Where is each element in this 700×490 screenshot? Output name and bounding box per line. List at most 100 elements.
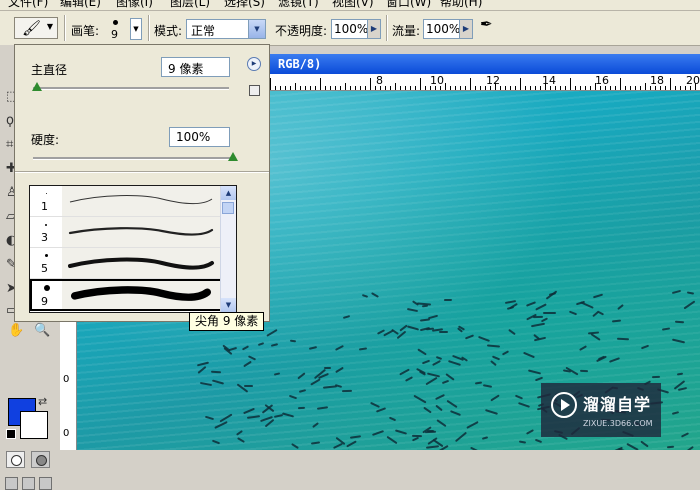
watermark-url: ZIXUE.3D66.COM: [583, 419, 653, 428]
ruler-tick: [560, 86, 561, 90]
quick-mask-button[interactable]: [31, 451, 50, 468]
ruler-tick: [405, 86, 406, 90]
fish: [375, 407, 386, 413]
ruler-tick: [615, 86, 616, 90]
save-preset-icon[interactable]: [249, 85, 260, 96]
mode-select[interactable]: 正常 ▼: [186, 19, 266, 39]
fish: [525, 429, 534, 435]
fish: [535, 438, 544, 443]
fish: [489, 359, 497, 366]
ruler-tick: [590, 86, 591, 90]
brush-preset-picker[interactable]: 9 ▼: [106, 16, 144, 42]
ruler-tick: [480, 86, 481, 90]
scroll-down-icon[interactable]: ▼: [221, 298, 236, 312]
fish: [334, 367, 344, 374]
panel-menu-button[interactable]: ▶: [247, 57, 261, 71]
fish: [247, 355, 257, 361]
fish: [358, 347, 367, 351]
brush-preset-size: 3: [41, 231, 48, 244]
brush-preset-item[interactable]: 3: [30, 217, 222, 248]
fish: [426, 444, 440, 449]
hardness-field[interactable]: 100%: [169, 127, 230, 147]
screen-mode-full-button[interactable]: [39, 477, 52, 490]
menu-file[interactable]: 文件(F): [8, 0, 48, 10]
master-diameter-slider-thumb[interactable]: [31, 82, 42, 91]
preset-list-scrollbar[interactable]: ▲ ▼: [220, 186, 236, 312]
fish: [465, 334, 475, 340]
fish: [530, 322, 545, 328]
brush-preset-item[interactable]: 1: [30, 186, 222, 217]
standard-mode-button[interactable]: [6, 451, 25, 468]
lasso-icon[interactable]: ϙ: [6, 113, 14, 128]
separator: [64, 15, 66, 41]
watermark-name: 溜溜自学: [583, 395, 652, 414]
chevron-down-icon[interactable]: ▼: [248, 20, 265, 38]
swap-colors-icon[interactable]: ⇄: [38, 395, 47, 408]
menu-window[interactable]: 窗口(W): [386, 0, 431, 10]
ruler-tick: [380, 86, 381, 90]
hardness-slider-thumb[interactable]: [228, 152, 238, 161]
menu-image[interactable]: 图像(I): [116, 0, 153, 10]
fish: [686, 291, 694, 295]
document-title: RGB/8): [278, 57, 322, 71]
fish: [523, 351, 536, 358]
menu-view[interactable]: 视图(V): [332, 0, 374, 10]
ruler-tick: [655, 86, 656, 90]
fish: [535, 376, 544, 382]
ruler-tick: [505, 86, 506, 90]
ruler-tick: [385, 86, 386, 90]
ruler-tick: [420, 78, 421, 90]
document-title-bar[interactable]: RGB/8): [270, 54, 700, 74]
fish: [282, 412, 295, 418]
screen-mode-full-menu-button[interactable]: [22, 477, 35, 490]
fish: [411, 436, 420, 442]
chevron-down-icon[interactable]: ▼: [130, 18, 142, 40]
hand-icon[interactable]: ✋: [8, 323, 24, 338]
scroll-thumb[interactable]: [222, 202, 234, 214]
menu-layer[interactable]: 图层(L): [170, 0, 210, 10]
fish: [297, 372, 306, 380]
ruler-label: 0: [63, 428, 70, 439]
ruler-tick: [290, 86, 291, 90]
hardness-slider[interactable]: [33, 157, 233, 160]
brush-preset-list[interactable]: 1 3 5 9 ▲ ▼: [29, 185, 237, 313]
ruler-tick: [660, 86, 661, 90]
fish: [525, 301, 536, 307]
fish: [446, 400, 458, 409]
fish: [372, 429, 384, 436]
fish: [211, 379, 224, 385]
default-colors-icon[interactable]: [6, 429, 16, 439]
fish: [435, 404, 443, 412]
screen-mode-standard-button[interactable]: [5, 477, 18, 490]
opacity-field[interactable]: 100% ▶: [331, 19, 381, 39]
menu-filter[interactable]: 滤镜(T): [278, 0, 319, 10]
menu-select[interactable]: 选择(S): [224, 0, 265, 10]
menu-help[interactable]: 帮助(H): [440, 0, 482, 10]
menu-edit[interactable]: 编辑(E): [60, 0, 101, 10]
master-diameter-slider[interactable]: [33, 87, 229, 90]
master-diameter-label: 主直径: [31, 63, 68, 77]
ruler-tick: [400, 86, 401, 90]
fish: [211, 370, 222, 373]
fish: [242, 360, 252, 367]
master-diameter-field[interactable]: 9 像素: [161, 57, 230, 77]
flow-field[interactable]: 100% ▶: [423, 19, 473, 39]
brush-preset-item-selected[interactable]: 9: [30, 279, 223, 311]
fish: [508, 328, 517, 335]
ruler-tick: [620, 78, 621, 90]
scroll-up-icon[interactable]: ▲: [221, 186, 236, 200]
airbrush-icon[interactable]: ✒: [480, 15, 504, 37]
chevron-right-icon[interactable]: ▶: [367, 20, 380, 38]
fish: [481, 436, 489, 440]
crop-icon[interactable]: ⌗: [6, 137, 13, 152]
brush-preset-item[interactable]: 5: [30, 248, 222, 279]
fish: [362, 294, 369, 299]
ruler-tick: [600, 86, 601, 90]
background-color-swatch[interactable]: [20, 411, 48, 439]
chevron-right-icon[interactable]: ▶: [459, 20, 472, 38]
fish: [342, 314, 351, 319]
tool-preset-picker[interactable]: 🖌 ▼: [14, 17, 58, 39]
fish: [196, 361, 209, 367]
zoom-icon[interactable]: 🔍: [34, 323, 50, 338]
fish: [270, 342, 278, 347]
